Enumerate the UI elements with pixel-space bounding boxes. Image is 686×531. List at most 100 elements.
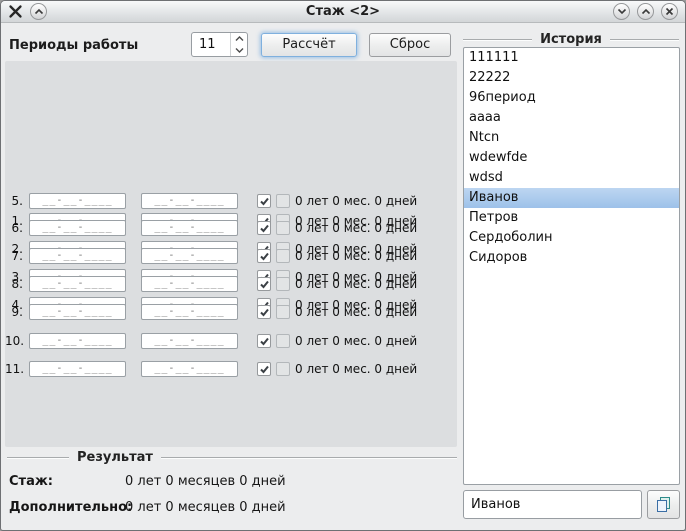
reset-button[interactable]: Сброс bbox=[369, 33, 451, 57]
window-title: Стаж <2> bbox=[1, 1, 685, 22]
history-list-item[interactable]: Иванов bbox=[464, 188, 679, 208]
history-list-item[interactable]: Ntcn bbox=[464, 128, 679, 148]
checkmark-icon bbox=[259, 196, 270, 207]
date-from-input[interactable]: __-__-____ bbox=[29, 361, 126, 377]
row-include-checkbox[interactable] bbox=[257, 362, 271, 376]
spin-up-icon[interactable] bbox=[231, 33, 247, 45]
date-from-input[interactable]: __-__-____ bbox=[29, 220, 126, 236]
history-list-item[interactable]: wdewfde bbox=[464, 148, 679, 168]
date-to-input[interactable]: __-__-____ bbox=[141, 304, 238, 320]
result-header-label: Результат bbox=[69, 450, 161, 465]
periods-spinbox[interactable]: 11 bbox=[191, 32, 248, 57]
minimize-button[interactable] bbox=[613, 3, 630, 20]
period-row: 11. __-__-____ __-__-____ 0 лет 0 мес. 0… bbox=[5, 361, 457, 377]
calculate-button[interactable]: Рассчёт bbox=[261, 33, 357, 57]
period-row: 8. __-__-____ __-__-____ 0 лет 0 мес. 0 … bbox=[5, 276, 457, 292]
date-from-input[interactable]: __-__-____ bbox=[29, 276, 126, 292]
periods-panel: 5. __-__-____ __-__-____ 0 лет 0 мес. 0 … bbox=[5, 61, 457, 447]
date-to-input[interactable]: __-__-____ bbox=[141, 193, 238, 209]
date-mask: __-__-____ bbox=[142, 362, 237, 375]
titlebar[interactable]: Стаж <2> bbox=[1, 1, 685, 23]
date-mask: __-__-____ bbox=[30, 194, 125, 207]
date-to-input[interactable]: __-__-____ bbox=[141, 248, 238, 264]
row-duration-label: 0 лет 0 мес. 0 дней bbox=[295, 248, 417, 264]
history-section-header: История bbox=[463, 31, 679, 47]
period-row: 5. __-__-____ __-__-____ 0 лет 0 мес. 0 … bbox=[5, 193, 457, 209]
history-list-item[interactable]: 111111 bbox=[464, 48, 679, 68]
checkmark-icon bbox=[259, 251, 270, 262]
history-list: 111111 22222 96период aaaa Ntcn wdewfde … bbox=[463, 47, 680, 485]
row-extra-checkbox[interactable] bbox=[276, 249, 290, 263]
date-mask: __-__-____ bbox=[30, 249, 125, 262]
row-extra-checkbox[interactable] bbox=[276, 334, 290, 348]
period-row-number: 9. bbox=[5, 304, 23, 320]
date-mask: __-__-____ bbox=[142, 305, 237, 318]
date-to-input[interactable]: __-__-____ bbox=[141, 333, 238, 349]
period-row-number: 7. bbox=[5, 248, 23, 264]
divider bbox=[463, 39, 532, 40]
date-mask: __-__-____ bbox=[30, 305, 125, 318]
checkmark-icon bbox=[259, 336, 270, 347]
close-button[interactable] bbox=[661, 3, 678, 20]
result-section-header: Результат bbox=[7, 449, 457, 465]
date-mask: __-__-____ bbox=[30, 277, 125, 290]
row-duration-label: 0 лет 0 мес. 0 дней bbox=[295, 333, 417, 349]
period-row-number: 8. bbox=[5, 276, 23, 292]
history-name-input[interactable] bbox=[463, 490, 642, 519]
period-row: 9. __-__-____ __-__-____ 0 лет 0 мес. 0 … bbox=[5, 304, 457, 320]
date-from-input[interactable]: __-__-____ bbox=[29, 248, 126, 264]
history-list-item[interactable]: Сидоров bbox=[464, 248, 679, 268]
history-list-item[interactable]: aaaa bbox=[464, 108, 679, 128]
checkmark-icon bbox=[259, 279, 270, 290]
date-to-input[interactable]: __-__-____ bbox=[141, 276, 238, 292]
date-to-input[interactable]: __-__-____ bbox=[141, 361, 238, 377]
shade-button[interactable] bbox=[30, 3, 47, 20]
stazh-value: 0 лет 0 месяцев 0 дней bbox=[125, 474, 286, 489]
spinbox-buttons bbox=[230, 33, 247, 56]
spin-down-icon[interactable] bbox=[231, 45, 247, 57]
period-row: 7. __-__-____ __-__-____ 0 лет 0 мес. 0 … bbox=[5, 248, 457, 264]
app-window: Стаж <2> Периоды работы 11 bbox=[0, 0, 686, 531]
checkmark-icon bbox=[259, 364, 270, 375]
date-from-input[interactable]: __-__-____ bbox=[29, 333, 126, 349]
row-include-checkbox[interactable] bbox=[257, 194, 271, 208]
row-include-checkbox[interactable] bbox=[257, 221, 271, 235]
row-extra-checkbox[interactable] bbox=[276, 221, 290, 235]
row-duration-label: 0 лет 0 мес. 0 дней bbox=[295, 304, 417, 320]
period-row: 6. __-__-____ __-__-____ 0 лет 0 мес. 0 … bbox=[5, 220, 457, 236]
history-list-item[interactable]: 22222 bbox=[464, 68, 679, 88]
titlebar-right-controls bbox=[613, 3, 678, 20]
row-extra-checkbox[interactable] bbox=[276, 362, 290, 376]
row-extra-checkbox[interactable] bbox=[276, 194, 290, 208]
date-from-input[interactable]: __-__-____ bbox=[29, 304, 126, 320]
history-list-item[interactable]: Петров bbox=[464, 208, 679, 228]
period-row: 10. __-__-____ __-__-____ 0 лет 0 мес. 0… bbox=[5, 333, 457, 349]
checkmark-icon bbox=[259, 223, 270, 234]
divider bbox=[161, 457, 457, 458]
row-include-checkbox[interactable] bbox=[257, 305, 271, 319]
period-row-number: 10. bbox=[5, 333, 23, 349]
row-include-checkbox[interactable] bbox=[257, 249, 271, 263]
date-mask: __-__-____ bbox=[30, 334, 125, 347]
row-extra-checkbox[interactable] bbox=[276, 305, 290, 319]
row-extra-checkbox[interactable] bbox=[276, 277, 290, 291]
maximize-button[interactable] bbox=[637, 3, 654, 20]
periods-label: Периоды работы bbox=[9, 38, 138, 53]
stazh-label: Стаж: bbox=[9, 474, 53, 489]
save-to-history-button[interactable] bbox=[647, 490, 680, 519]
app-icon bbox=[7, 4, 23, 20]
date-from-input[interactable]: __-__-____ bbox=[29, 193, 126, 209]
date-mask: __-__-____ bbox=[142, 249, 237, 262]
date-mask: __-__-____ bbox=[30, 362, 125, 375]
row-duration-label: 0 лет 0 мес. 0 дней bbox=[295, 220, 417, 236]
history-list-item[interactable]: Сердоболин bbox=[464, 228, 679, 248]
row-duration-label: 0 лет 0 мес. 0 дней bbox=[295, 276, 417, 292]
history-list-item[interactable]: wdsd bbox=[464, 168, 679, 188]
row-include-checkbox[interactable] bbox=[257, 334, 271, 348]
date-mask: __-__-____ bbox=[142, 277, 237, 290]
history-list-item[interactable]: 96период bbox=[464, 88, 679, 108]
row-include-checkbox[interactable] bbox=[257, 277, 271, 291]
period-row-number: 11. bbox=[5, 361, 23, 377]
history-header-label: История bbox=[532, 32, 610, 47]
date-to-input[interactable]: __-__-____ bbox=[141, 220, 238, 236]
